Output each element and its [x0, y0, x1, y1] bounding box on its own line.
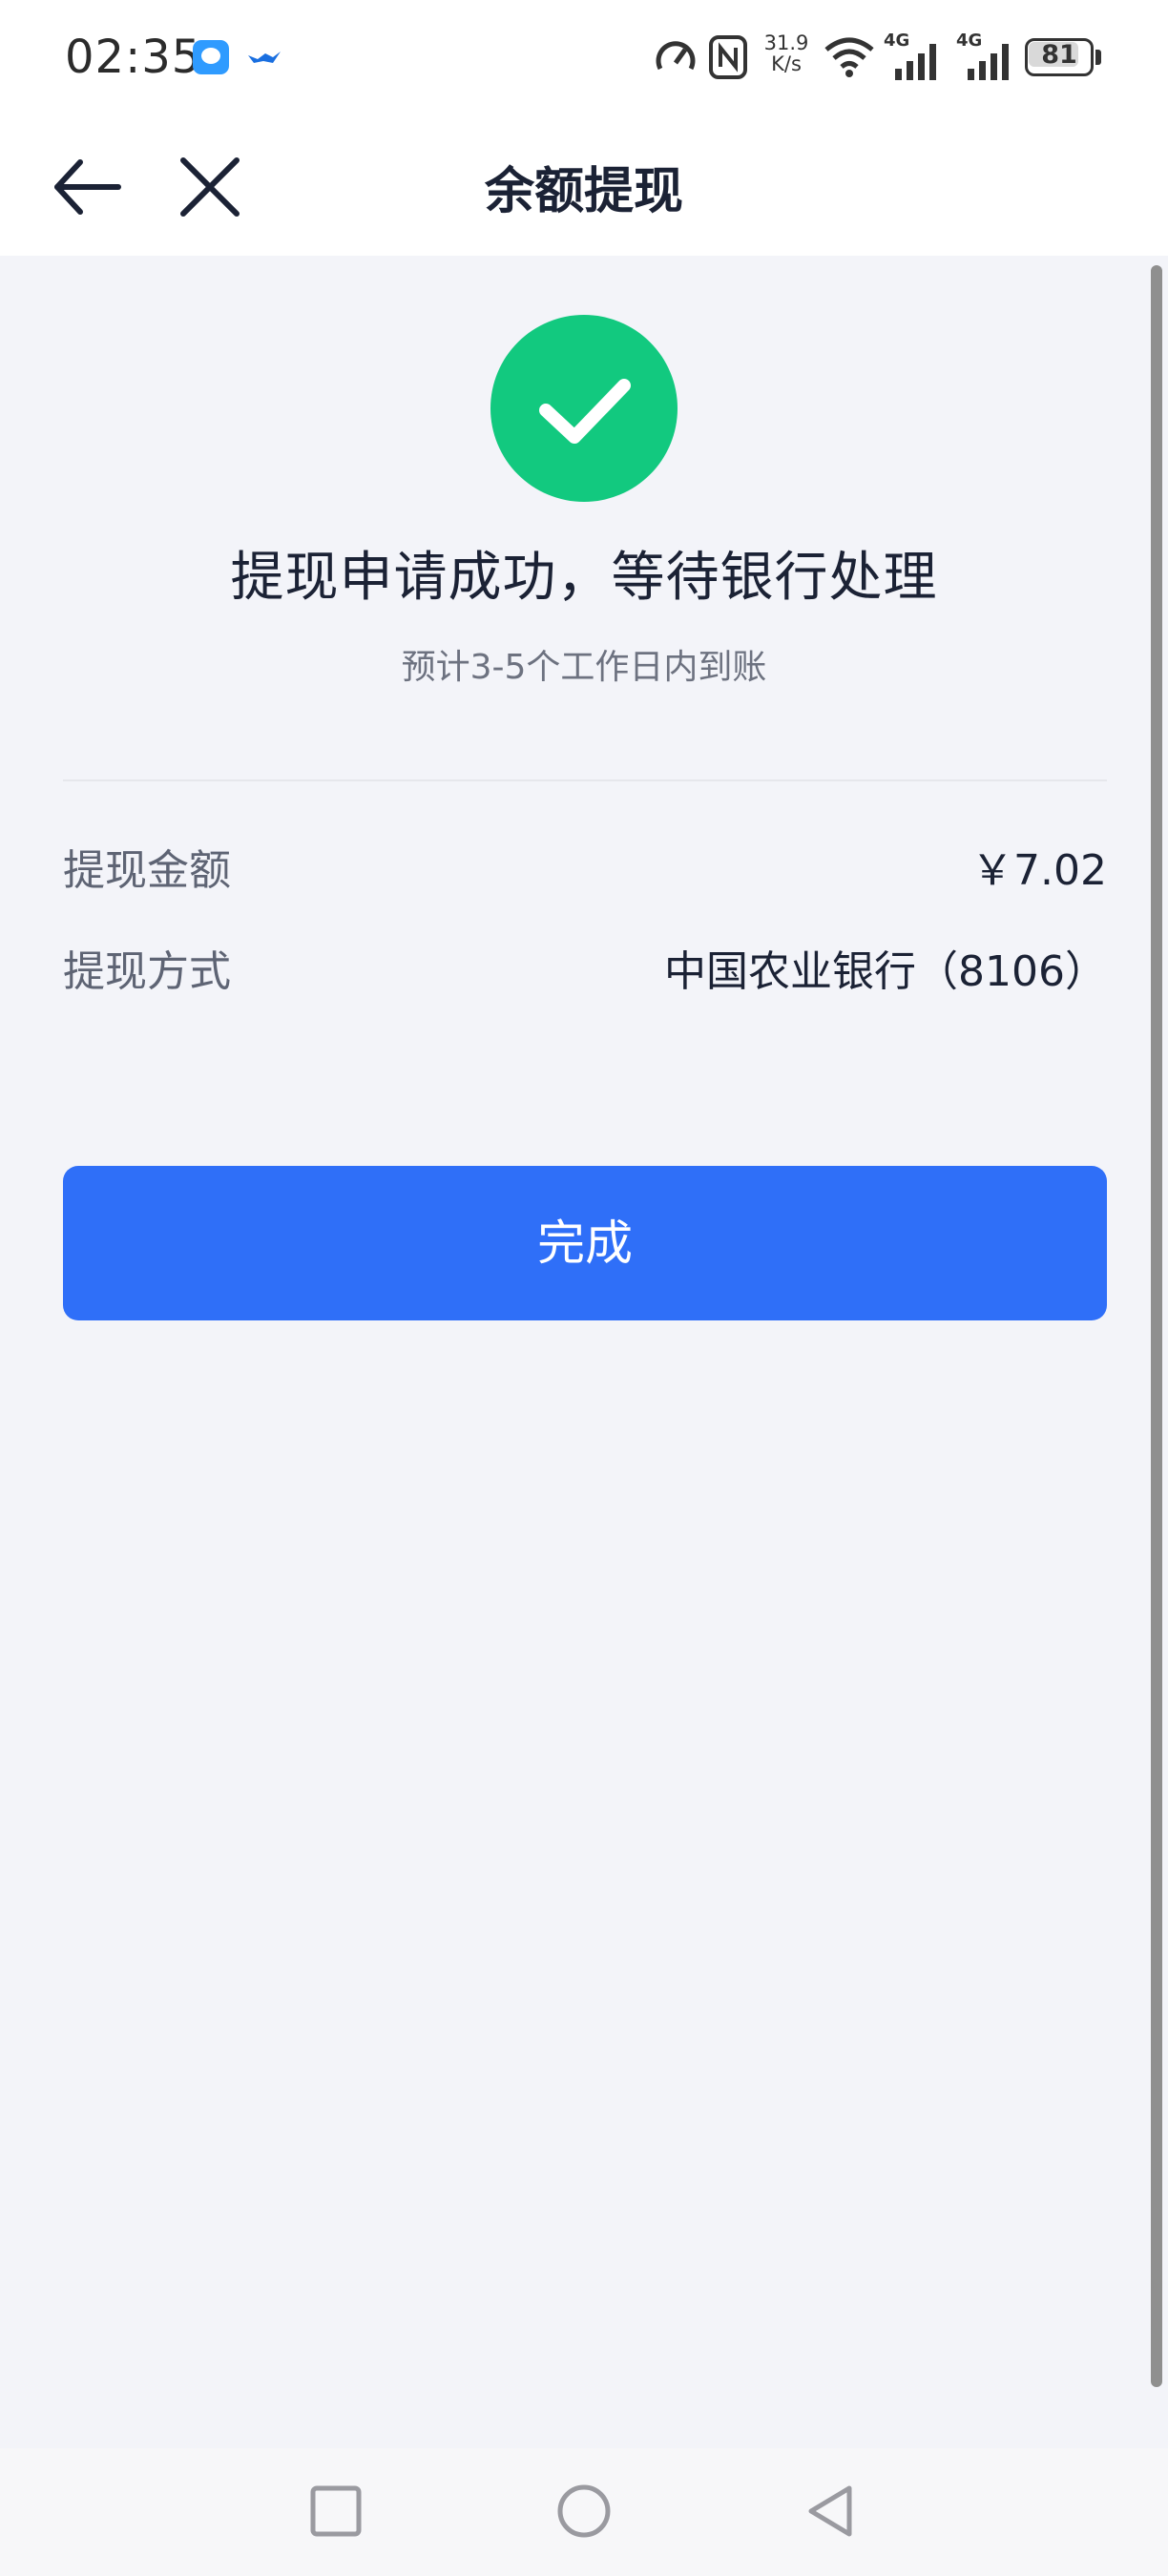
- speed-unit: K/s: [771, 52, 802, 75]
- status-bar: 02:35 31.9 K/s 4G 4G 81: [0, 0, 1168, 114]
- signal-bars-icon: [895, 44, 936, 80]
- nfc-icon: [709, 35, 747, 79]
- battery-percent: 81: [1041, 40, 1077, 70]
- navigation-bar: 余额提现: [0, 114, 1168, 256]
- signal-1: 4G: [884, 31, 949, 84]
- result-title: 提现申请成功，等待银行处理: [230, 547, 938, 609]
- signal-2: 4G: [956, 31, 1021, 84]
- method-value: 中国农业银行（8106）: [664, 947, 1107, 996]
- circle-icon: [557, 2484, 611, 2538]
- method-label: 提现方式: [63, 947, 231, 996]
- home-button[interactable]: [550, 2477, 618, 2545]
- speed-value: 31.9: [763, 31, 809, 54]
- battery-indicator: 81: [1025, 38, 1101, 76]
- checkmark-icon: [539, 379, 631, 444]
- amount-value: ￥7.02: [971, 846, 1107, 895]
- amount-label: 提现金额: [63, 846, 231, 895]
- status-time: 02:35: [65, 31, 202, 84]
- success-icon: [490, 315, 678, 502]
- done-button[interactable]: 完成: [63, 1166, 1107, 1320]
- square-icon: [310, 2485, 362, 2537]
- wifi-icon: [824, 37, 874, 77]
- detail-row-amount: 提现金额 ￥7.02: [63, 836, 1107, 897]
- bird-app-icon: [248, 52, 281, 63]
- detail-row-method: 提现方式 中国农业银行（8106）: [63, 937, 1107, 998]
- speedometer-icon: [656, 41, 696, 71]
- withdraw-result-content: 提现申请成功，等待银行处理 预计3-5个工作日内到账 提现金额 ￥7.02 提现…: [0, 256, 1168, 2448]
- message-app-icon: [193, 40, 229, 74]
- signal-bars-icon: [968, 44, 1009, 80]
- result-subtitle: 预计3-5个工作日内到账: [401, 648, 767, 687]
- system-back-button[interactable]: [798, 2477, 866, 2545]
- scrollbar[interactable]: [1151, 265, 1162, 2387]
- status-icons: 31.9 K/s 4G 4G 81: [653, 29, 1101, 86]
- page-title: 余额提现: [484, 163, 683, 220]
- system-navigation-bar: [0, 2448, 1168, 2576]
- divider: [63, 779, 1107, 781]
- triangle-left-icon: [808, 2485, 852, 2537]
- recents-button[interactable]: [302, 2477, 370, 2545]
- network-speed: 31.9 K/s: [758, 32, 815, 74]
